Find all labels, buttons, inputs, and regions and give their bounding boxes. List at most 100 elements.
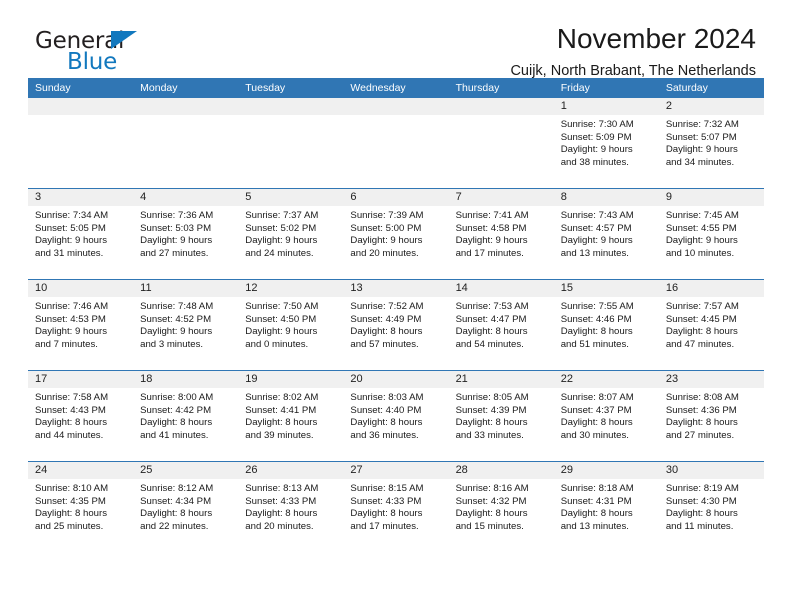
day-cell[interactable]: 17 Sunrise: 7:58 AM Sunset: 4:43 PM Dayl… (28, 371, 134, 461)
daylight-text-line1: Daylight: 8 hours (245, 417, 318, 429)
sunrise-text: Sunrise: 7:34 AM (35, 210, 109, 221)
day-cell[interactable]: 28 Sunrise: 8:16 AM Sunset: 4:32 PM Dayl… (448, 462, 554, 552)
sunset-text: Sunset: 4:33 PM (245, 495, 317, 507)
sunrise-text: Sunrise: 7:43 AM (560, 210, 634, 221)
day-details: Sunrise: 8:00 AM Sunset: 4:42 PM Dayligh… (133, 388, 238, 442)
day-cell[interactable]: 4 Sunrise: 7:36 AM Sunset: 5:03 PM Dayli… (133, 189, 239, 279)
daylight-text-line2: and 30 minutes. (560, 429, 629, 441)
title-block: November 2024 Cuijk, North Brabant, The … (510, 22, 756, 81)
sunset-text: Sunset: 4:57 PM (560, 222, 632, 234)
day-cell[interactable]: 7 Sunrise: 7:41 AM Sunset: 4:58 PM Dayli… (448, 189, 554, 279)
sunset-text: Sunset: 4:31 PM (560, 495, 632, 507)
week-row: 17 Sunrise: 7:58 AM Sunset: 4:43 PM Dayl… (28, 370, 764, 461)
day-cell[interactable] (238, 98, 344, 188)
day-cell[interactable]: 27 Sunrise: 8:15 AM Sunset: 4:33 PM Dayl… (343, 462, 449, 552)
daylight-text-line2: and 3 minutes. (140, 338, 204, 350)
calendar-page: General Blue November 2024 Cuijk, North … (0, 0, 792, 612)
daylight-text-line1: Daylight: 8 hours (665, 326, 738, 338)
day-cell[interactable]: 12 Sunrise: 7:50 AM Sunset: 4:50 PM Dayl… (238, 280, 344, 370)
sunrise-text: Sunrise: 7:39 AM (350, 210, 424, 221)
day-details: Sunrise: 7:39 AM Sunset: 5:00 PM Dayligh… (343, 206, 448, 260)
day-cell[interactable]: 6 Sunrise: 7:39 AM Sunset: 5:00 PM Dayli… (343, 189, 449, 279)
day-cell[interactable] (343, 98, 449, 188)
sunrise-text: Sunrise: 7:50 AM (245, 301, 319, 312)
day-details: Sunrise: 7:37 AM Sunset: 5:02 PM Dayligh… (238, 206, 343, 260)
week-row: 24 Sunrise: 8:10 AM Sunset: 4:35 PM Dayl… (28, 461, 764, 552)
day-cell[interactable]: 22 Sunrise: 8:07 AM Sunset: 4:37 PM Dayl… (553, 371, 659, 461)
day-cell[interactable]: 23 Sunrise: 8:08 AM Sunset: 4:36 PM Dayl… (658, 371, 764, 461)
day-cell[interactable]: 16 Sunrise: 7:57 AM Sunset: 4:45 PM Dayl… (658, 280, 764, 370)
day-cell[interactable]: 20 Sunrise: 8:03 AM Sunset: 4:40 PM Dayl… (343, 371, 449, 461)
daylight-text-line1: Daylight: 9 hours (140, 235, 213, 247)
day-cell[interactable]: 8 Sunrise: 7:43 AM Sunset: 4:57 PM Dayli… (553, 189, 659, 279)
daylight-text-line2: and 25 minutes. (35, 520, 104, 532)
sunset-text: Sunset: 4:30 PM (665, 495, 737, 507)
daylight-text-line2: and 24 minutes. (245, 247, 314, 259)
sunrise-text: Sunrise: 7:32 AM (665, 119, 739, 130)
daylight-text-line2: and 39 minutes. (245, 429, 314, 441)
day-details: Sunrise: 7:55 AM Sunset: 4:46 PM Dayligh… (554, 297, 659, 351)
daylight-text-line1: Daylight: 8 hours (350, 326, 423, 338)
day-number: 13 (343, 280, 449, 297)
day-number: 2 (658, 98, 764, 115)
day-number (343, 98, 449, 115)
day-details: Sunrise: 7:41 AM Sunset: 4:58 PM Dayligh… (449, 206, 554, 260)
sunset-text: Sunset: 4:43 PM (35, 404, 106, 416)
day-cell[interactable]: 21 Sunrise: 8:05 AM Sunset: 4:39 PM Dayl… (448, 371, 554, 461)
day-cell[interactable]: 10 Sunrise: 7:46 AM Sunset: 4:53 PM Dayl… (28, 280, 134, 370)
day-cell[interactable]: 30 Sunrise: 8:19 AM Sunset: 4:30 PM Dayl… (658, 462, 764, 552)
day-cell[interactable] (28, 98, 134, 188)
day-cell[interactable]: 25 Sunrise: 8:12 AM Sunset: 4:34 PM Dayl… (133, 462, 239, 552)
sunrise-text: Sunrise: 8:08 AM (665, 392, 739, 403)
sunrise-text: Sunrise: 7:45 AM (665, 210, 739, 221)
day-cell[interactable]: 26 Sunrise: 8:13 AM Sunset: 4:33 PM Dayl… (238, 462, 344, 552)
day-details: Sunrise: 7:43 AM Sunset: 4:57 PM Dayligh… (554, 206, 659, 260)
day-cell[interactable] (133, 98, 239, 188)
daylight-text-line2: and 17 minutes. (350, 520, 419, 532)
sunrise-text: Sunrise: 7:55 AM (560, 301, 634, 312)
weekday-header-tuesday: Tuesday (245, 82, 286, 94)
day-cell[interactable]: 18 Sunrise: 8:00 AM Sunset: 4:42 PM Dayl… (133, 371, 239, 461)
day-cell[interactable]: 1 Sunrise: 7:30 AM Sunset: 5:09 PM Dayli… (553, 98, 659, 188)
daylight-text-line1: Daylight: 9 hours (35, 326, 107, 338)
day-number: 3 (28, 189, 134, 206)
day-cell[interactable]: 5 Sunrise: 7:37 AM Sunset: 5:02 PM Dayli… (238, 189, 344, 279)
day-number: 10 (28, 280, 134, 297)
day-details: Sunrise: 7:58 AM Sunset: 4:43 PM Dayligh… (28, 388, 133, 442)
sunrise-text: Sunrise: 7:30 AM (560, 119, 634, 130)
day-cell[interactable]: 14 Sunrise: 7:53 AM Sunset: 4:47 PM Dayl… (448, 280, 554, 370)
daylight-text-line2: and 27 minutes. (665, 429, 735, 441)
day-cell[interactable]: 11 Sunrise: 7:48 AM Sunset: 4:52 PM Dayl… (133, 280, 239, 370)
day-number: 17 (28, 371, 134, 388)
day-details: Sunrise: 7:52 AM Sunset: 4:49 PM Dayligh… (343, 297, 448, 351)
daylight-text-line1: Daylight: 9 hours (560, 144, 633, 156)
day-number: 28 (448, 462, 554, 479)
daylight-text-line2: and 44 minutes. (35, 429, 104, 441)
daylight-text-line2: and 36 minutes. (350, 429, 419, 441)
sunset-text: Sunset: 5:05 PM (35, 222, 106, 234)
sunset-text: Sunset: 4:41 PM (245, 404, 317, 416)
day-cell[interactable]: 3 Sunrise: 7:34 AM Sunset: 5:05 PM Dayli… (28, 189, 134, 279)
day-cell[interactable]: 29 Sunrise: 8:18 AM Sunset: 4:31 PM Dayl… (553, 462, 659, 552)
day-details: Sunrise: 7:36 AM Sunset: 5:03 PM Dayligh… (133, 206, 238, 260)
sunrise-text: Sunrise: 8:00 AM (140, 392, 214, 403)
generalblue-logo[interactable]: General Blue (35, 28, 215, 76)
sunrise-text: Sunrise: 8:12 AM (140, 483, 214, 494)
day-cell[interactable]: 9 Sunrise: 7:45 AM Sunset: 4:55 PM Dayli… (658, 189, 764, 279)
day-details: Sunrise: 7:34 AM Sunset: 5:05 PM Dayligh… (28, 206, 133, 260)
week-row: 1 Sunrise: 7:30 AM Sunset: 5:09 PM Dayli… (28, 98, 764, 188)
daylight-text-line1: Daylight: 9 hours (665, 235, 738, 247)
day-number: 24 (28, 462, 134, 479)
day-cell[interactable]: 19 Sunrise: 8:02 AM Sunset: 4:41 PM Dayl… (238, 371, 344, 461)
day-cell[interactable]: 24 Sunrise: 8:10 AM Sunset: 4:35 PM Dayl… (28, 462, 134, 552)
day-cell[interactable]: 15 Sunrise: 7:55 AM Sunset: 4:46 PM Dayl… (553, 280, 659, 370)
sunset-text: Sunset: 4:33 PM (350, 495, 422, 507)
sunset-text: Sunset: 4:42 PM (140, 404, 212, 416)
day-cell[interactable]: 2 Sunrise: 7:32 AM Sunset: 5:07 PM Dayli… (658, 98, 764, 188)
day-cell[interactable] (448, 98, 554, 188)
daylight-text-line2: and 34 minutes. (665, 156, 735, 168)
day-details (238, 115, 343, 119)
week-row: 10 Sunrise: 7:46 AM Sunset: 4:53 PM Dayl… (28, 279, 764, 370)
day-cell[interactable]: 13 Sunrise: 7:52 AM Sunset: 4:49 PM Dayl… (343, 280, 449, 370)
day-details: Sunrise: 8:13 AM Sunset: 4:33 PM Dayligh… (238, 479, 343, 533)
